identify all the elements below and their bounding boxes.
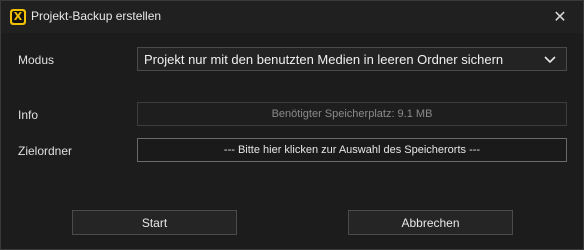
mode-label: Modus	[18, 53, 55, 67]
mode-dropdown[interactable]: Projekt nur mit den benutzten Medien in …	[137, 47, 567, 71]
info-label: Info	[18, 108, 39, 122]
titlebar: X Projekt-Backup erstellen ✕	[1, 1, 583, 33]
target-folder-field[interactable]: --- Bitte hier klicken zur Auswahl des S…	[137, 138, 567, 162]
target-folder-label: Zielordner	[18, 144, 73, 158]
close-icon[interactable]: ✕	[537, 1, 583, 33]
dialog-window: X Projekt-Backup erstellen ✕ Modus Proje…	[0, 0, 584, 250]
window-title: Projekt-Backup erstellen	[31, 9, 162, 23]
chevron-down-icon	[544, 56, 556, 64]
cancel-button[interactable]: Abbrechen	[348, 210, 513, 235]
start-button[interactable]: Start	[72, 210, 237, 235]
app-logo-icon: X	[10, 9, 26, 25]
mode-dropdown-value: Projekt nur mit den benutzten Medien in …	[144, 52, 504, 67]
info-field: Benötigter Speicherplatz: 9.1 MB	[137, 102, 567, 126]
